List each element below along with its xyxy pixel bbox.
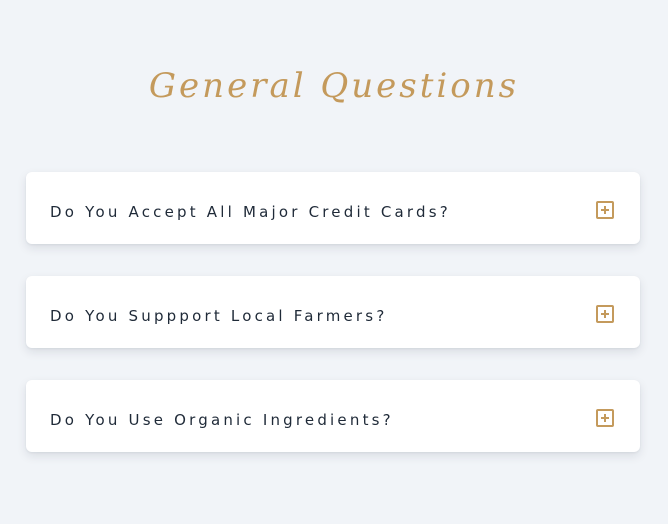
expand-plus-icon[interactable] (596, 305, 614, 323)
faq-question: Do You Suppport Local Farmers? (50, 307, 388, 325)
section-title: General Questions (148, 66, 520, 106)
faq-question: Do You Use Organic Ingredients? (50, 411, 394, 429)
expand-plus-icon[interactable] (596, 201, 614, 219)
faq-item-credit-cards[interactable]: Do You Accept All Major Credit Cards? (26, 172, 640, 244)
expand-plus-icon[interactable] (596, 409, 614, 427)
faq-item-organic-ingredients[interactable]: Do You Use Organic Ingredients? (26, 380, 640, 452)
faq-item-local-farmers[interactable]: Do You Suppport Local Farmers? (26, 276, 640, 348)
faq-question: Do You Accept All Major Credit Cards? (50, 203, 451, 221)
faq-list: Do You Accept All Major Credit Cards? Do… (26, 172, 640, 484)
